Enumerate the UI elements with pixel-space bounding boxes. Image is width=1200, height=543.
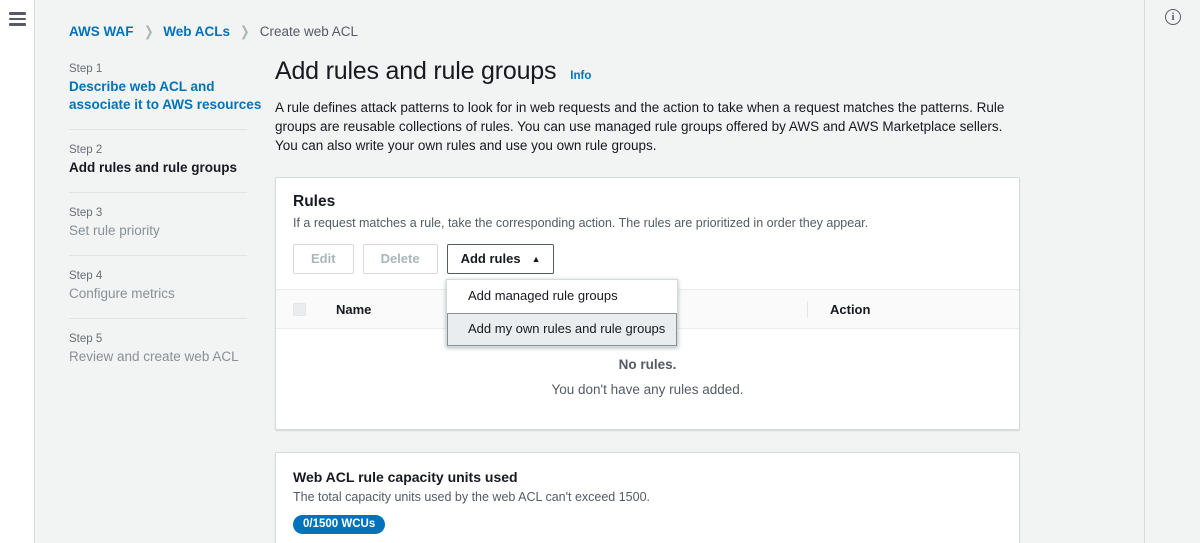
step-title: Add rules and rule groups <box>69 160 238 175</box>
menu-item-add-managed-rule-groups[interactable]: Add managed rule groups <box>447 280 677 313</box>
step-title: Set rule priority <box>69 223 160 238</box>
capacity-card-subtitle: The total capacity units used by the web… <box>293 490 651 504</box>
sidebar-step-1[interactable]: Step 1 Describe web ACL and associate it… <box>69 63 275 114</box>
sidebar-step-5: Step 5 Review and create web ACL <box>69 333 275 366</box>
empty-state-subtitle: You don't have any rules added. <box>551 382 744 397</box>
step-title: Review and create web ACL <box>69 349 239 364</box>
sidebar-step-4: Step 4 Configure metrics <box>69 270 275 303</box>
rules-card-header: Rules If a request matches a rule, take … <box>276 178 1019 347</box>
select-all-checkbox-cell[interactable] <box>293 302 336 316</box>
menu-item-add-my-own-rules-and-rule-groups[interactable]: Add my own rules and rule groups <box>447 313 677 346</box>
sidebar-step-3: Step 3 Set rule priority <box>69 207 275 240</box>
rules-card-subtitle: If a request matches a rule, take the co… <box>293 216 869 230</box>
step-number: Step 5 <box>69 333 103 345</box>
page-title: Add rules and rule groups <box>275 57 557 85</box>
divider <box>69 255 247 256</box>
divider <box>69 192 247 193</box>
wizard-steps-sidebar: Step 1 Describe web ACL and associate it… <box>35 52 275 543</box>
breadcrumb-item-create-web-acl: Create web ACL <box>259 24 359 39</box>
capacity-card-body: Web ACL rule capacity units used The tot… <box>276 453 1019 543</box>
breadcrumb: AWS WAF ❯ Web ACLs ❯ Create web ACL <box>69 23 358 40</box>
capacity-card: Web ACL rule capacity units used The tot… <box>275 452 1020 543</box>
page-header: Add rules and rule groups Info <box>275 57 1020 86</box>
page-description: A rule defines attack patterns to look f… <box>275 100 1005 153</box>
chevron-right-icon: ❯ <box>143 23 154 39</box>
select-all-checkbox[interactable] <box>293 302 306 316</box>
rules-toolbar: Edit Delete Add rules ▲ Add managed rule… <box>293 244 1002 347</box>
main-shell: AWS WAF ❯ Web ACLs ❯ Create web ACL Step… <box>35 0 1200 543</box>
step-title[interactable]: Describe web ACL and associate it to AWS… <box>69 78 275 114</box>
column-header-action[interactable]: Action <box>830 302 870 317</box>
app-root: AWS WAF ❯ Web ACLs ❯ Create web ACL Step… <box>0 0 1200 543</box>
sidebar-step-2: Step 2 Add rules and rule groups <box>69 144 275 177</box>
step-number: Step 2 <box>69 144 103 156</box>
chevron-up-icon: ▲ <box>531 253 541 264</box>
step-number: Step 1 <box>69 63 103 75</box>
delete-button[interactable]: Delete <box>362 244 438 274</box>
step-number: Step 4 <box>69 270 103 282</box>
left-nav-rail <box>0 0 35 543</box>
breadcrumb-item-web-acls[interactable]: Web ACLs <box>163 24 230 39</box>
wcu-status-badge: 0/1500 WCUs <box>293 515 386 534</box>
add-rules-button[interactable]: Add rules ▲ <box>446 244 555 274</box>
capacity-card-title: Web ACL rule capacity units used <box>293 469 518 485</box>
chevron-right-icon: ❯ <box>240 23 250 39</box>
page-info-link[interactable]: Info <box>570 70 591 82</box>
right-info-rail: i <box>1144 0 1200 543</box>
rules-card: Rules If a request matches a rule, take … <box>275 177 1020 430</box>
content-area: Step 1 Describe web ACL and associate it… <box>35 52 1144 543</box>
empty-state-title: No rules. <box>618 357 677 372</box>
step-title: Configure metrics <box>69 286 175 301</box>
main-column: Add rules and rule groups Info A rule de… <box>275 52 1144 543</box>
divider <box>69 129 247 130</box>
hamburger-bar <box>8 12 26 15</box>
hamburger-icon[interactable] <box>8 12 26 26</box>
info-circle-icon[interactable]: i <box>1165 9 1181 25</box>
hamburger-bar <box>8 23 26 26</box>
add-rules-dropdown-menu: Add managed rule groups Add my own rules… <box>446 279 678 347</box>
hamburger-bar <box>8 17 26 20</box>
column-divider <box>807 300 808 318</box>
breadcrumb-item-aws-waf[interactable]: AWS WAF <box>69 24 134 39</box>
rules-card-title: Rules <box>293 193 336 210</box>
step-number: Step 3 <box>69 207 103 219</box>
edit-button[interactable]: Edit <box>293 244 354 274</box>
divider <box>69 318 247 319</box>
add-rules-label: Add rules <box>460 251 521 266</box>
